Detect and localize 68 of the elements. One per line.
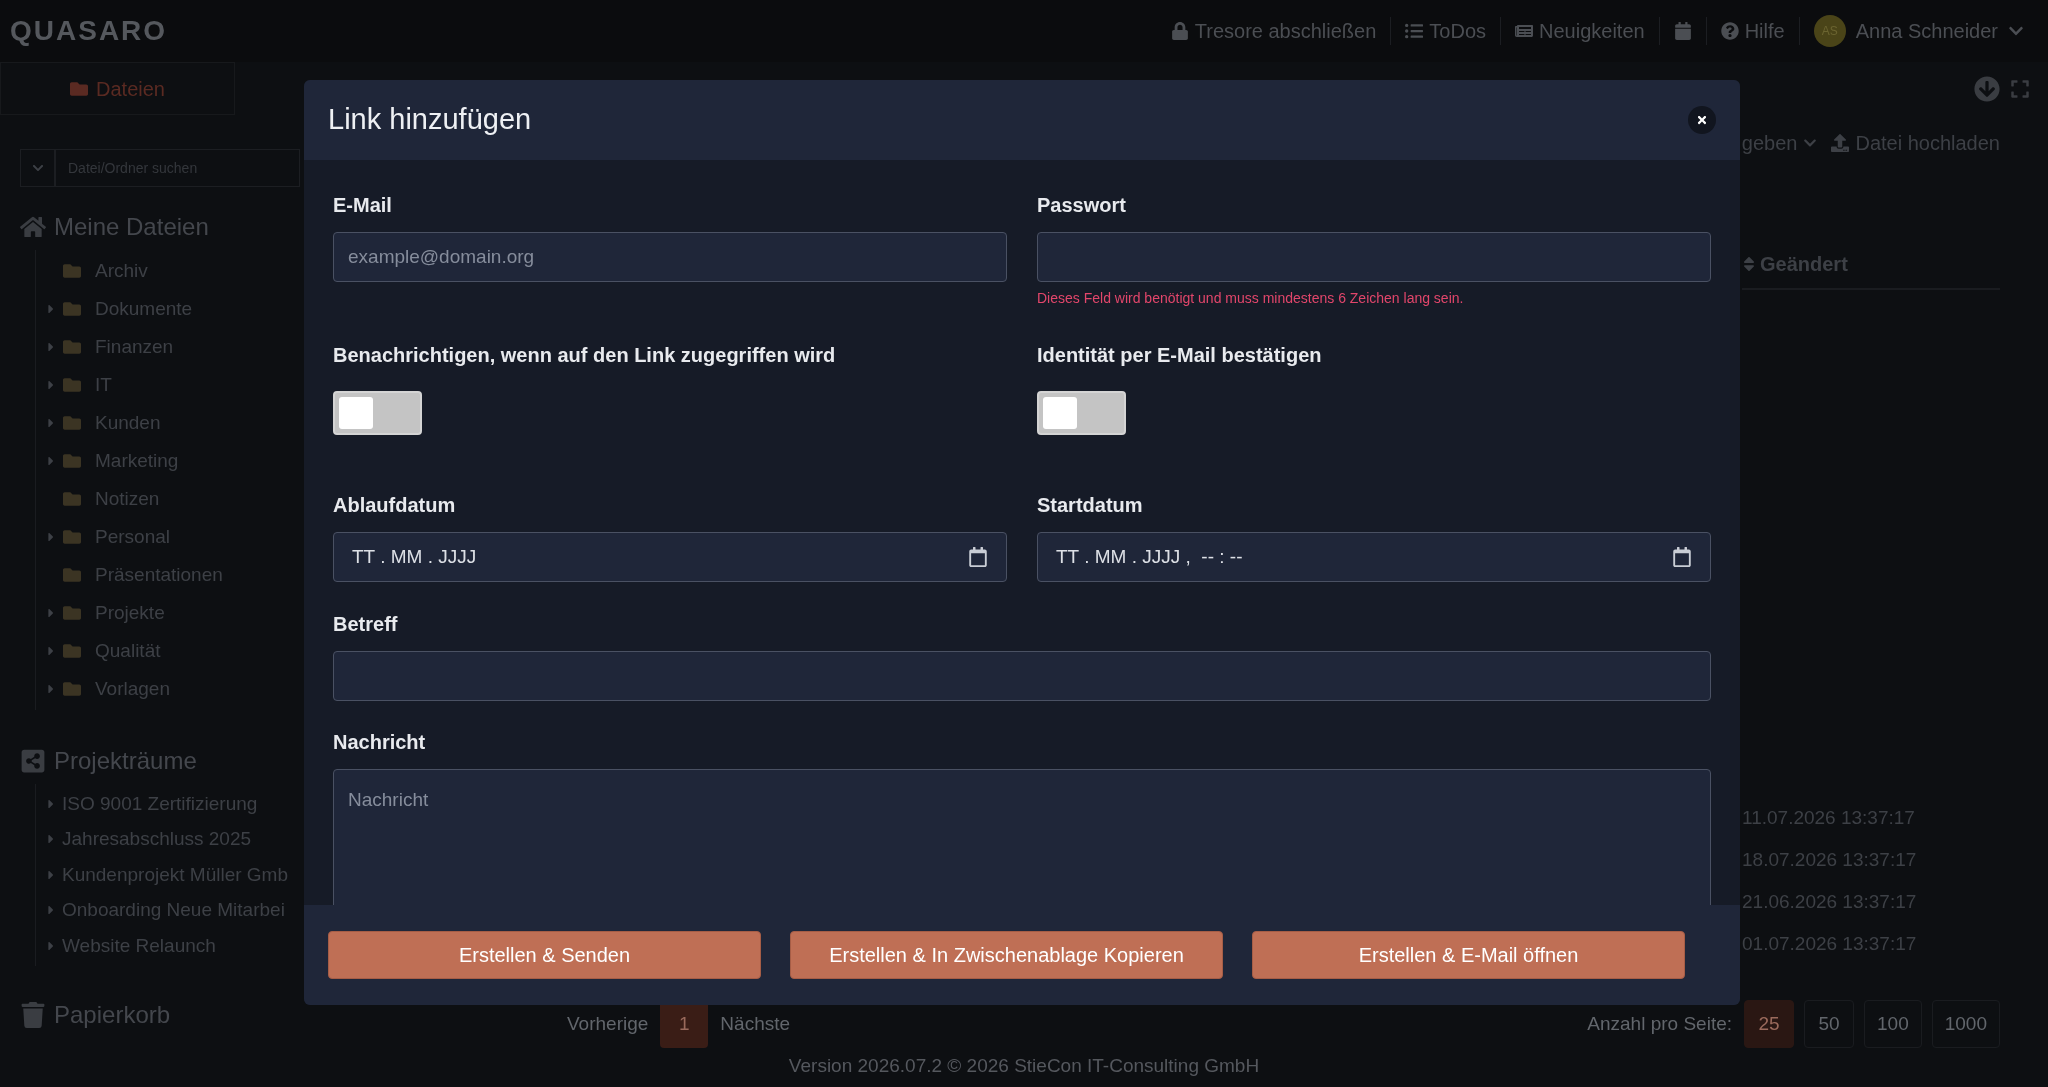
field-label: Startdatum <box>1037 493 1143 518</box>
field-label: Betreff <box>333 612 398 637</box>
folder-icon <box>61 376 83 394</box>
folder-icon <box>61 452 83 470</box>
previous-button[interactable]: Vorherige <box>555 1000 661 1048</box>
list-icon <box>1405 22 1424 40</box>
calendar-icon[interactable] <box>1673 547 1691 567</box>
per-page-label: Anzahl pro Seite: <box>1587 1011 1732 1036</box>
section-heading[interactable]: Meine Dateien <box>54 209 209 245</box>
email-field[interactable]: example@domain.org <box>333 232 1007 282</box>
app-logo: QUASARO <box>10 14 168 48</box>
newspaper-icon <box>1515 22 1534 40</box>
share-icon <box>20 748 46 774</box>
field-label: Passwort <box>1037 193 1126 218</box>
action-button[interactable]: Erstellen & In Zwischenablage Kopieren <box>790 931 1223 979</box>
folder-icon <box>61 300 83 318</box>
action-button[interactable]: Erstellen & Senden <box>328 931 761 979</box>
lock-icon <box>1170 22 1189 40</box>
field-label: Benachrichtigen, wenn auf den Link zugegriffen wird <box>333 343 836 368</box>
field-label: E-Mail <box>333 193 392 218</box>
sort-icon <box>1742 255 1756 273</box>
version-footer: Version 2026.07.2 © 2026 StieCon IT-Consulting GmbH <box>788 1052 1260 1081</box>
next-button[interactable]: Nächste <box>708 1000 803 1048</box>
top-menu-item[interactable]: Tresore abschließen <box>1156 16 1391 46</box>
calendar-icon <box>1673 22 1692 40</box>
per-page-option[interactable]: 50 <box>1804 1000 1854 1048</box>
help-icon <box>1720 22 1739 40</box>
field-label: Identität per E-Mail bestätigen <box>1037 343 1322 368</box>
home-icon <box>20 214 46 240</box>
toggle-switch[interactable] <box>1037 391 1126 435</box>
top-menu-item[interactable]: ToDos <box>1391 16 1501 46</box>
error-message: Dieses Feld wird benötigt und muss mindestens 6 Zeichen lang sein. <box>1037 289 1464 308</box>
per-page-option[interactable]: 1000 <box>1931 1000 2000 1048</box>
folder-icon <box>61 604 83 622</box>
dialog-title: Link hinzufügen <box>328 102 532 138</box>
close-icon <box>1696 114 1708 126</box>
per-page-option[interactable]: 25 <box>1744 1000 1794 1048</box>
files-tab[interactable]: Dateien <box>0 62 235 115</box>
folder-icon <box>61 338 83 356</box>
upload-icon <box>1831 133 1850 152</box>
calendar-icon[interactable] <box>969 547 987 567</box>
top-menu-item[interactable]: Neuigkeiten <box>1501 16 1659 46</box>
field-label: Nachricht <box>333 730 426 755</box>
section-heading[interactable]: Papierkorb <box>54 996 171 1033</box>
action-button[interactable]: Erstellen & E-Mail öffnen <box>1252 931 1685 979</box>
fullscreen-icon[interactable] <box>2010 78 2030 99</box>
top-menu-item[interactable]: Hilfe <box>1706 16 1799 46</box>
download-icon[interactable] <box>1974 75 2000 102</box>
folder-icon <box>61 680 83 698</box>
date-field[interactable]: TT . MM . JJJJ , -- : -- <box>1037 532 1711 582</box>
folder-icon <box>61 414 83 432</box>
folder-icon <box>70 79 89 98</box>
toggle-switch[interactable] <box>333 391 422 435</box>
section-heading[interactable]: Projekträume <box>54 743 197 779</box>
close-button[interactable] <box>1688 106 1716 134</box>
folder-icon <box>61 566 83 584</box>
password-field[interactable] <box>1037 232 1711 282</box>
subject-field[interactable] <box>333 651 1711 701</box>
folder-icon <box>61 528 83 546</box>
per-page-option[interactable]: 100 <box>1864 1000 1922 1048</box>
date-field[interactable]: TT . MM . JJJJ <box>333 532 1007 582</box>
chevron-down-icon <box>31 162 44 174</box>
folder-icon <box>61 490 83 508</box>
field-label: Ablaufdatum <box>333 493 456 518</box>
folder-icon <box>61 642 83 660</box>
trash-icon <box>20 1001 46 1028</box>
folder-icon <box>61 262 83 280</box>
dropdown-toggle[interactable] <box>20 149 55 187</box>
